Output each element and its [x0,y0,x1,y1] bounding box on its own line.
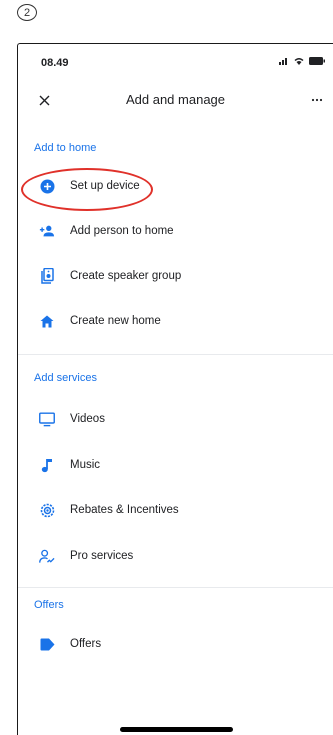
status-time: 08.49 [41,57,69,69]
offers-item[interactable]: Offers [18,629,333,659]
pro-services-label: Pro services [70,550,134,562]
pro-services-icon [39,548,55,564]
system-icons [279,56,325,65]
signal-icon [279,58,287,65]
add-person-item[interactable]: Add person to home [18,216,333,246]
wifi-icon [294,58,304,65]
rebate-icon [39,502,55,518]
home-indicator [120,727,233,732]
person-add-icon [39,223,55,239]
tag-icon [39,636,55,652]
new-home-item[interactable]: Create new home [18,306,333,336]
divider [18,587,333,588]
step-number: 2 [23,6,31,19]
app-bar: Add and manage [18,88,333,120]
home-icon [39,313,55,329]
set-up-device-label: Set up device [70,180,140,192]
more-button[interactable] [307,90,327,110]
new-home-label: Create new home [70,315,161,327]
step-number-badge: 2 [17,4,37,21]
section-add-services: Add services [34,372,97,384]
divider [18,354,333,355]
more-horiz-icon [311,98,323,102]
videos-item[interactable]: Videos [18,404,333,434]
rebates-item[interactable]: Rebates & Incentives [18,495,333,525]
speaker-group-label: Create speaker group [70,270,182,282]
speaker-group-icon [39,268,55,284]
set-up-device-item[interactable]: Set up device [18,171,333,201]
section-offers: Offers [34,599,64,611]
section-add-to-home: Add to home [34,142,97,154]
music-label: Music [70,459,101,471]
phone-screen: 08.49 Add and manage Add to home Set up … [17,43,333,735]
status-bar: 08.49 [18,44,333,80]
offers-label: Offers [70,638,102,650]
rebates-label: Rebates & Incentives [70,504,179,516]
battery-icon [309,56,325,65]
speaker-group-item[interactable]: Create speaker group [18,261,333,291]
add-person-label: Add person to home [70,225,174,237]
add-circle-icon [39,178,55,194]
pro-services-item[interactable]: Pro services [18,541,333,571]
music-item[interactable]: Music [18,450,333,480]
music-note-icon [39,457,55,473]
tv-icon [39,411,55,427]
videos-label: Videos [70,413,105,425]
page-title: Add and manage [125,92,226,107]
